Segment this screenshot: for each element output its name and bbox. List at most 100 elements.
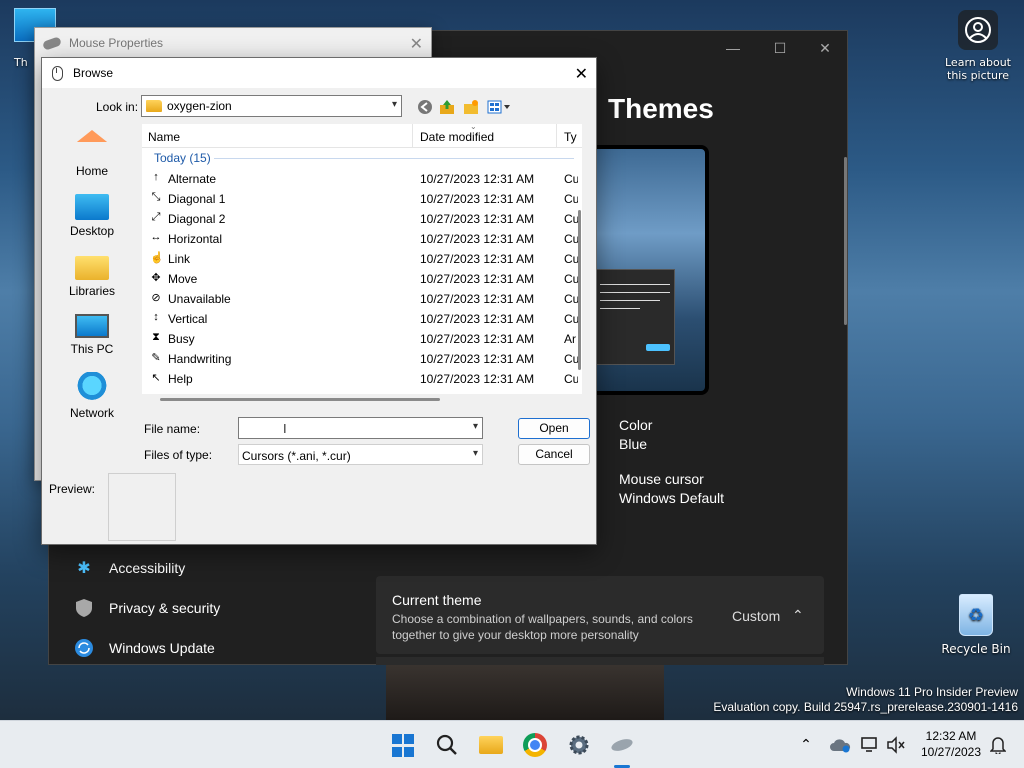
group-header[interactable]: Today (15): [154, 151, 211, 165]
file-list[interactable]: Name Date modified ⌄ Ty Today (15) ↑ Alte…: [142, 122, 582, 401]
spotlight-learn-about-picture[interactable]: Learn about this picture: [940, 10, 1016, 82]
color-setting[interactable]: Color Blue: [619, 416, 652, 454]
place-home[interactable]: Home: [56, 130, 128, 178]
file-name-input[interactable]: I ▾: [238, 417, 483, 439]
file-type: Cu: [564, 232, 578, 246]
chevron-up-icon[interactable]: ⌃: [792, 607, 804, 624]
mouse-icon: [42, 35, 62, 51]
look-in-dropdown[interactable]: oxygen-zion ▾: [141, 95, 402, 117]
file-row[interactable]: ↑ Alternate 10/27/2023 12:31 AM Cu: [142, 168, 578, 188]
desktop-icon-recycle-bin[interactable]: ♻ Recycle Bin: [938, 594, 1014, 656]
page-title: Themes: [608, 93, 714, 124]
chevron-down-icon[interactable]: ▾: [473, 421, 478, 432]
file-name: Help: [168, 372, 193, 386]
file-name-label: File name:: [144, 422, 201, 436]
chrome-icon[interactable]: [523, 733, 547, 757]
column-type[interactable]: Ty: [564, 130, 582, 144]
file-type: Cu: [564, 252, 578, 266]
network-status-icon[interactable]: [858, 733, 882, 757]
text-cursor-icon: I: [283, 421, 287, 436]
file-date: 10/27/2023 12:31 AM: [420, 232, 535, 246]
file-row[interactable]: ✥ Move 10/27/2023 12:31 AM Cu: [142, 268, 578, 288]
file-row[interactable]: ↖ Help 10/27/2023 12:31 AM Cu: [142, 368, 578, 388]
file-list-vertical-scrollbar[interactable]: [578, 210, 581, 370]
this-pc-icon: [75, 314, 109, 338]
file-explorer-icon[interactable]: [479, 736, 503, 754]
close-button[interactable]: ✕: [818, 41, 832, 55]
nav-item-privacy-security[interactable]: Privacy & security: [73, 596, 220, 620]
file-row[interactable]: ⊘ Unavailable 10/27/2023 12:31 AM Cu: [142, 288, 578, 308]
look-in-label: Look in:: [96, 100, 139, 114]
file-row[interactable]: ✎ Handwriting 10/27/2023 12:31 AM Cu: [142, 348, 578, 368]
browse-titlebar[interactable]: Browse: [42, 58, 596, 88]
file-date: 10/27/2023 12:31 AM: [420, 192, 535, 206]
up-folder-button[interactable]: [438, 98, 456, 116]
open-button[interactable]: Open: [518, 418, 590, 439]
mouse-icon: [52, 65, 63, 81]
files-of-type-label: Files of type:: [144, 448, 213, 462]
theme-preview-window: [587, 269, 675, 365]
browse-dialog: Browse ✕ Look in: oxygen-zion ▾ Home Des…: [41, 57, 597, 545]
cursor-file-icon: ↑: [153, 171, 159, 183]
start-button[interactable]: [391, 733, 415, 757]
cursor-file-icon: ☝: [150, 252, 164, 264]
theme-preview: [583, 145, 709, 395]
camera-aperture-icon: [958, 10, 998, 50]
file-list-horizontal-scrollbar[interactable]: [160, 398, 440, 401]
chevron-up-icon[interactable]: ⌃: [794, 733, 818, 757]
settings-gear-icon[interactable]: [567, 733, 591, 757]
files-of-type-dropdown[interactable]: Cursors (*.ani, *.cur) ▾: [238, 444, 483, 465]
color-value: Blue: [619, 436, 648, 452]
mouse-properties-titlebar[interactable]: Mouse Properties: [35, 28, 431, 58]
close-icon[interactable]: ✕: [410, 34, 423, 53]
file-row[interactable]: ⤡ Diagonal 1 10/27/2023 12:31 AM Cu: [142, 188, 578, 208]
file-row[interactable]: ☝ Link 10/27/2023 12:31 AM Cu: [142, 248, 578, 268]
file-type: Cu: [564, 272, 578, 286]
current-theme-card[interactable]: Current theme Choose a combination of wa…: [376, 576, 824, 654]
file-row[interactable]: ↕ Vertical 10/27/2023 12:31 AM Cu: [142, 308, 578, 328]
nav-label: Accessibility: [109, 560, 186, 576]
file-date: 10/27/2023 12:31 AM: [420, 212, 535, 226]
mouse-cursor-setting[interactable]: Mouse cursor Windows Default: [619, 470, 724, 508]
system-clock[interactable]: 12:32 AM 10/27/2023: [916, 728, 986, 760]
cursor-preview: [108, 473, 176, 541]
place-libraries[interactable]: Libraries: [56, 256, 128, 298]
chevron-down-icon: ▾: [391, 99, 397, 110]
search-icon[interactable]: [435, 733, 459, 757]
minimize-button[interactable]: —: [726, 41, 740, 55]
file-type: Cu: [564, 192, 578, 206]
file-name: Move: [168, 272, 198, 286]
nav-item-windows-update[interactable]: Windows Update: [73, 636, 215, 660]
file-type: Cu: [564, 212, 578, 226]
cursor-file-icon: ⤢: [151, 211, 161, 223]
new-folder-button[interactable]: [462, 98, 480, 116]
notification-bell-icon[interactable]: [986, 733, 1010, 757]
column-name[interactable]: Name: [148, 130, 180, 144]
file-row[interactable]: ⧗ Busy 10/27/2023 12:31 AM Ar: [142, 328, 576, 348]
file-row[interactable]: ↔ Horizontal 10/27/2023 12:31 AM Cu: [142, 228, 579, 248]
mouse-control-panel-icon[interactable]: [610, 733, 634, 757]
cancel-button[interactable]: Cancel: [518, 444, 590, 465]
file-name: Vertical: [168, 312, 208, 326]
place-label: Libraries: [68, 284, 116, 298]
view-menu-button[interactable]: [486, 98, 512, 116]
place-network[interactable]: Network: [56, 372, 128, 420]
file-type: Ar: [564, 332, 576, 346]
shield-icon: [73, 597, 95, 619]
onedrive-icon[interactable]: [828, 733, 852, 757]
close-button[interactable]: ✕: [575, 64, 588, 84]
place-desktop[interactable]: Desktop: [56, 194, 128, 238]
volume-muted-icon[interactable]: [884, 733, 908, 757]
file-row[interactable]: ⤢ Diagonal 2 10/27/2023 12:31 AM Cu: [142, 208, 578, 228]
back-button[interactable]: [416, 98, 434, 116]
place-this-pc[interactable]: This PC: [56, 314, 128, 356]
cursor-file-icon: ✎: [151, 352, 161, 364]
desktop-icon: [75, 194, 109, 220]
nav-item-accessibility[interactable]: ✱ Accessibility: [73, 556, 185, 580]
current-theme-value: Custom: [732, 608, 781, 624]
settings-scrollbar[interactable]: [844, 157, 847, 325]
libraries-icon: [75, 256, 109, 280]
column-date-modified[interactable]: Date modified: [420, 130, 494, 144]
accessibility-icon: ✱: [77, 560, 91, 577]
maximize-button[interactable]: ☐: [773, 41, 787, 55]
